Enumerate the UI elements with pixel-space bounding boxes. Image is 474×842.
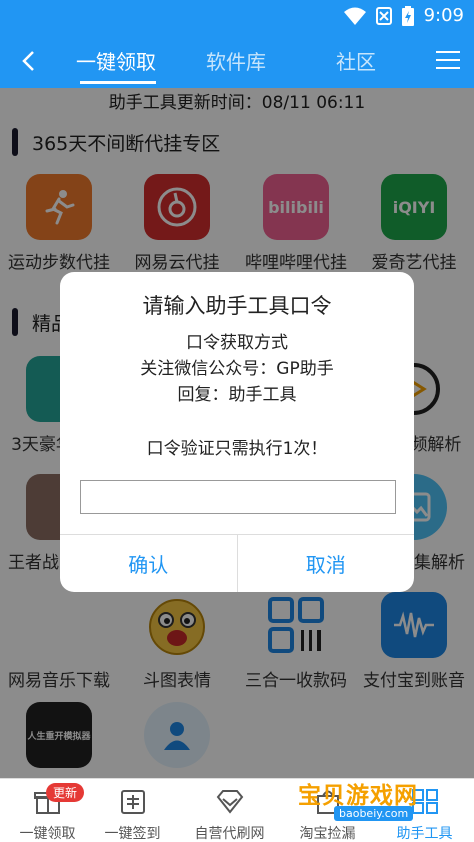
status-time: 9:09 (423, 5, 464, 26)
nav-item-one-click-claim[interactable]: 更新 一键领取 (0, 779, 95, 842)
back-arrow-icon[interactable] (14, 46, 44, 76)
status-icons: 9:09 (343, 5, 464, 26)
nav-label: 自营代刷网 (194, 826, 265, 842)
nav-label: 助手工具 (396, 826, 453, 842)
update-badge: 更新 (46, 783, 85, 802)
app-header: 一键领取 软件库 社区 (0, 33, 474, 88)
nav-label: 一键领取 (19, 826, 76, 842)
dialog-instruction-heading: 口令获取方式 (186, 333, 288, 353)
nav-item-taobao[interactable]: 淘宝捡漏 (280, 779, 375, 842)
nav-item-self-service[interactable]: 自营代刷网 (182, 779, 277, 842)
dialog-title: 请输入助手工具口令 (142, 294, 332, 318)
dialog-instruction-follow: 关注微信公众号：GP助手 (140, 359, 334, 379)
confirm-button[interactable]: 确认 (60, 535, 237, 592)
cancel-button[interactable]: 取消 (236, 535, 415, 592)
sim-no-signal-icon (375, 6, 392, 25)
nav-item-tools[interactable]: 助手工具 (377, 779, 472, 842)
password-dialog: 请输入助手工具口令 口令获取方式 关注微信公众号：GP助手 回复：助手工具 口令… (60, 272, 414, 592)
dialog-buttons: 确认 取消 (60, 534, 414, 592)
tab-software-library[interactable]: 软件库 (206, 46, 266, 75)
sign-in-icon (120, 790, 145, 814)
status-bar: 9:09 (0, 0, 474, 33)
menu-icon[interactable] (436, 51, 460, 71)
nav-label: 淘宝捡漏 (299, 826, 356, 842)
bottom-nav: 更新 一键领取 一键签到 自营代刷网 淘宝捡漏 助手工具 (0, 778, 474, 842)
nav-label: 一键签到 (104, 826, 161, 842)
dialog-instruction-reply: 回复：助手工具 (177, 385, 297, 405)
wifi-icon (343, 7, 366, 25)
tools-icon (411, 789, 438, 814)
dialog-notice: 口令验证只需执行1次！ (146, 439, 328, 459)
shopping-icon (316, 790, 339, 814)
active-tab-indicator (80, 81, 156, 84)
nav-item-sign-in[interactable]: 一键签到 (85, 779, 180, 842)
tab-community[interactable]: 社区 (336, 46, 376, 75)
password-input[interactable] (80, 480, 396, 514)
diamond-icon (216, 790, 243, 814)
tab-one-click-claim[interactable]: 一键领取 (76, 46, 156, 75)
battery-charging-icon (401, 5, 414, 26)
